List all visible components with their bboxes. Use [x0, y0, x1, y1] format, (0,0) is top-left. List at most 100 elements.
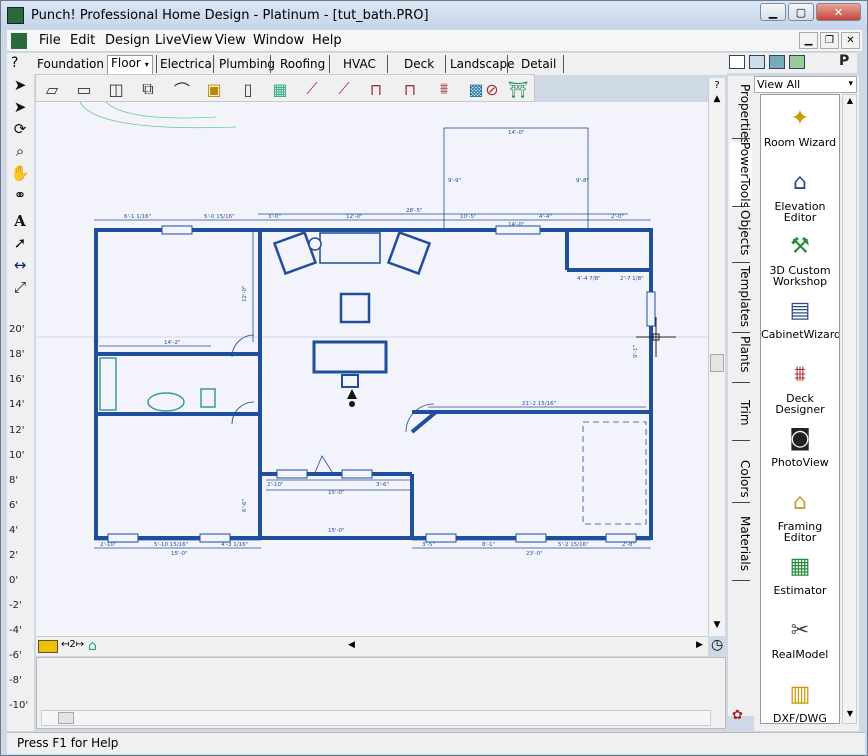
binoculars-icon[interactable]: ⚭ — [9, 184, 31, 206]
scroll-left-icon[interactable]: ◀ — [348, 640, 360, 652]
stairs-tool-icon[interactable]: ⟋ — [300, 78, 324, 100]
floor-plan-canvas[interactable]: 6'-1 1/16" 5'-0 15/16" 3'-0" 12'-0" 10'-… — [36, 102, 708, 636]
scroll-up-icon[interactable]: ▲ — [844, 96, 856, 108]
callout-arrow-icon[interactable]: ➚ — [9, 232, 31, 254]
text-tool-icon[interactable]: A — [9, 210, 31, 232]
tab-electrical[interactable]: Electrical — [160, 57, 215, 71]
close-button[interactable]: ✕ — [816, 3, 861, 21]
bus-icon[interactable] — [38, 640, 58, 653]
photoview-tool[interactable]: ◙ PhotoView — [761, 417, 839, 481]
dimension-scale-icon[interactable]: ↤2↦ — [61, 639, 84, 654]
plant-icon[interactable]: ✿ — [732, 708, 750, 726]
vtab-trim[interactable]: Trim — [730, 400, 752, 426]
view-arc-guide — [79, 102, 237, 129]
clock-icon[interactable]: ◷ — [711, 637, 729, 655]
menu-help[interactable]: Help — [312, 33, 342, 48]
menu-edit[interactable]: Edit — [70, 33, 95, 48]
scroll-thumb[interactable] — [710, 354, 724, 372]
vtab-plants[interactable]: Plants — [730, 336, 752, 373]
menu-design[interactable]: Design — [105, 33, 150, 48]
door-tool-icon[interactable]: ▯ — [236, 78, 260, 100]
spiral-stairs-tool-icon[interactable]: ⟋ — [332, 78, 356, 100]
status-text: Press F1 for Help — [17, 736, 119, 750]
drawing-tools: ➤ ➤ ⟳ ⌕ ✋ ⚭ A ➚ ↔ ⤢ — [7, 74, 34, 324]
realmodel-tool[interactable]: ✂ RealModel — [761, 609, 839, 673]
mdi-restore-button[interactable]: ❐ — [820, 32, 839, 49]
home-icon[interactable]: ⌂ — [88, 638, 106, 655]
dimension-label: 8'-1" — [482, 542, 495, 548]
tab-plumbing[interactable]: Plumbing — [219, 57, 275, 71]
hole-tool-icon[interactable]: ⊘ — [480, 78, 504, 100]
mdi-close-button[interactable]: ✕ — [841, 32, 860, 49]
view-render-icon[interactable] — [789, 55, 805, 69]
tab-detail[interactable]: Detail — [521, 57, 556, 71]
rotate-icon[interactable]: ⟳ — [9, 118, 31, 140]
tools-scrollbar[interactable]: ▲ ▼ — [842, 94, 857, 724]
scroll-right-icon[interactable]: ▶ — [696, 640, 708, 652]
framing-editor-tool[interactable]: ⌂ Framing Editor — [761, 481, 839, 545]
dxf-dwg-tool[interactable]: ▥ DXF/DWG — [761, 673, 839, 723]
horizontal-scrollbar[interactable]: ↤2↦ ⌂ ◀ ▶ ◷ — [36, 636, 723, 656]
menu-view[interactable]: View — [215, 33, 246, 48]
tab-foundation[interactable]: Foundation — [37, 57, 104, 71]
railing-curved-tool-icon[interactable]: ⊓ — [398, 78, 422, 100]
menu-file[interactable]: File — [39, 33, 61, 48]
measure-tool-icon[interactable]: ⤢ — [9, 276, 31, 298]
deck-designer-tool[interactable]: ⩩ Deck Designer — [761, 353, 839, 417]
angled-wall-tool-icon[interactable]: ◫ — [104, 78, 128, 100]
tab-deck[interactable]: Deck — [404, 57, 434, 71]
tab-floor[interactable]: Floor ▾ — [107, 55, 153, 75]
vtab-properties[interactable]: Properties — [730, 84, 752, 145]
view-3d-icon[interactable] — [769, 55, 785, 69]
scroll-thumb[interactable] — [58, 712, 74, 724]
menu-liveview[interactable]: LiveView — [155, 33, 212, 48]
scroll-down-icon[interactable]: ▼ — [844, 709, 856, 721]
vtab-colors[interactable]: Colors — [730, 460, 752, 498]
zoom-icon[interactable]: ⌕ — [9, 140, 31, 162]
vtab-objects[interactable]: Objects — [730, 210, 752, 255]
elevation-editor-tool[interactable]: ⌂ Elevation Editor — [761, 161, 839, 225]
tab-hvac[interactable]: HVAC — [343, 57, 376, 71]
view-filter-dropdown[interactable]: View All ▾ — [754, 76, 857, 93]
tab-roofing[interactable]: Roofing — [280, 57, 325, 71]
view-split-icon[interactable] — [749, 55, 765, 69]
maximize-button[interactable]: ▢ — [788, 3, 814, 21]
dimension-tool-icon[interactable]: ↔ — [9, 254, 31, 276]
menu-window[interactable]: Window — [253, 33, 304, 48]
wall-tool-icon[interactable]: ▱ — [40, 78, 64, 100]
tab-landscape[interactable]: Landscape — [450, 57, 514, 71]
scroll-down-icon[interactable]: ▼ — [710, 620, 724, 634]
tab-divider — [387, 55, 388, 73]
window-tool-icon[interactable]: ▦ — [268, 78, 292, 100]
vtab-materials[interactable]: Materials — [730, 516, 752, 571]
cabinet-wizard-tool[interactable]: ▤ CabinetWizard — [761, 289, 839, 353]
pan-hand-icon[interactable]: ✋ — [9, 162, 31, 184]
view-2d-icon[interactable] — [729, 55, 745, 69]
vtab-powertools[interactable]: PowerTools — [730, 142, 752, 208]
half-wall-tool-icon[interactable]: ⧉ — [136, 78, 160, 100]
mdi-minimize-button[interactable]: ▁ — [799, 32, 818, 49]
vtab-templates[interactable]: Templates — [730, 266, 752, 327]
bottom-scrollbar[interactable] — [41, 710, 711, 726]
minimize-button[interactable]: ▁ — [760, 3, 786, 21]
tab-divider — [329, 55, 330, 73]
vertical-scrollbar[interactable]: ? ▲ ▼ — [708, 78, 725, 636]
room-tool-icon[interactable]: ▣ — [202, 78, 226, 100]
help-icon[interactable]: ? — [11, 55, 18, 71]
help-icon[interactable]: ? — [710, 80, 724, 94]
tab-divider — [213, 55, 214, 73]
column-tool-icon[interactable]: ⛩ — [506, 78, 530, 100]
estimator-tool[interactable]: ▦ Estimator — [761, 545, 839, 609]
3d-custom-workshop-tool[interactable]: ⚒ 3D Custom Workshop — [761, 225, 839, 289]
fence-tool-icon[interactable]: ⩩ — [432, 78, 456, 100]
select-arrow-icon[interactable]: ➤ — [9, 74, 31, 96]
room-wizard-tool[interactable]: ✦ Room Wizard — [761, 97, 839, 161]
multi-select-icon[interactable]: ➤ — [9, 96, 31, 118]
wall-post-tool-icon[interactable]: ▭ — [72, 78, 96, 100]
menu-bar: File Edit Design LiveView View Window He… — [7, 30, 862, 52]
scroll-up-icon[interactable]: ▲ — [710, 94, 724, 108]
railing-tool-icon[interactable]: ⊓ — [364, 78, 388, 100]
dimension-label: 2'-10" — [267, 482, 284, 488]
curved-wall-tool-icon[interactable]: ⌒ — [170, 78, 194, 100]
ruler-label: 20' — [9, 324, 25, 335]
